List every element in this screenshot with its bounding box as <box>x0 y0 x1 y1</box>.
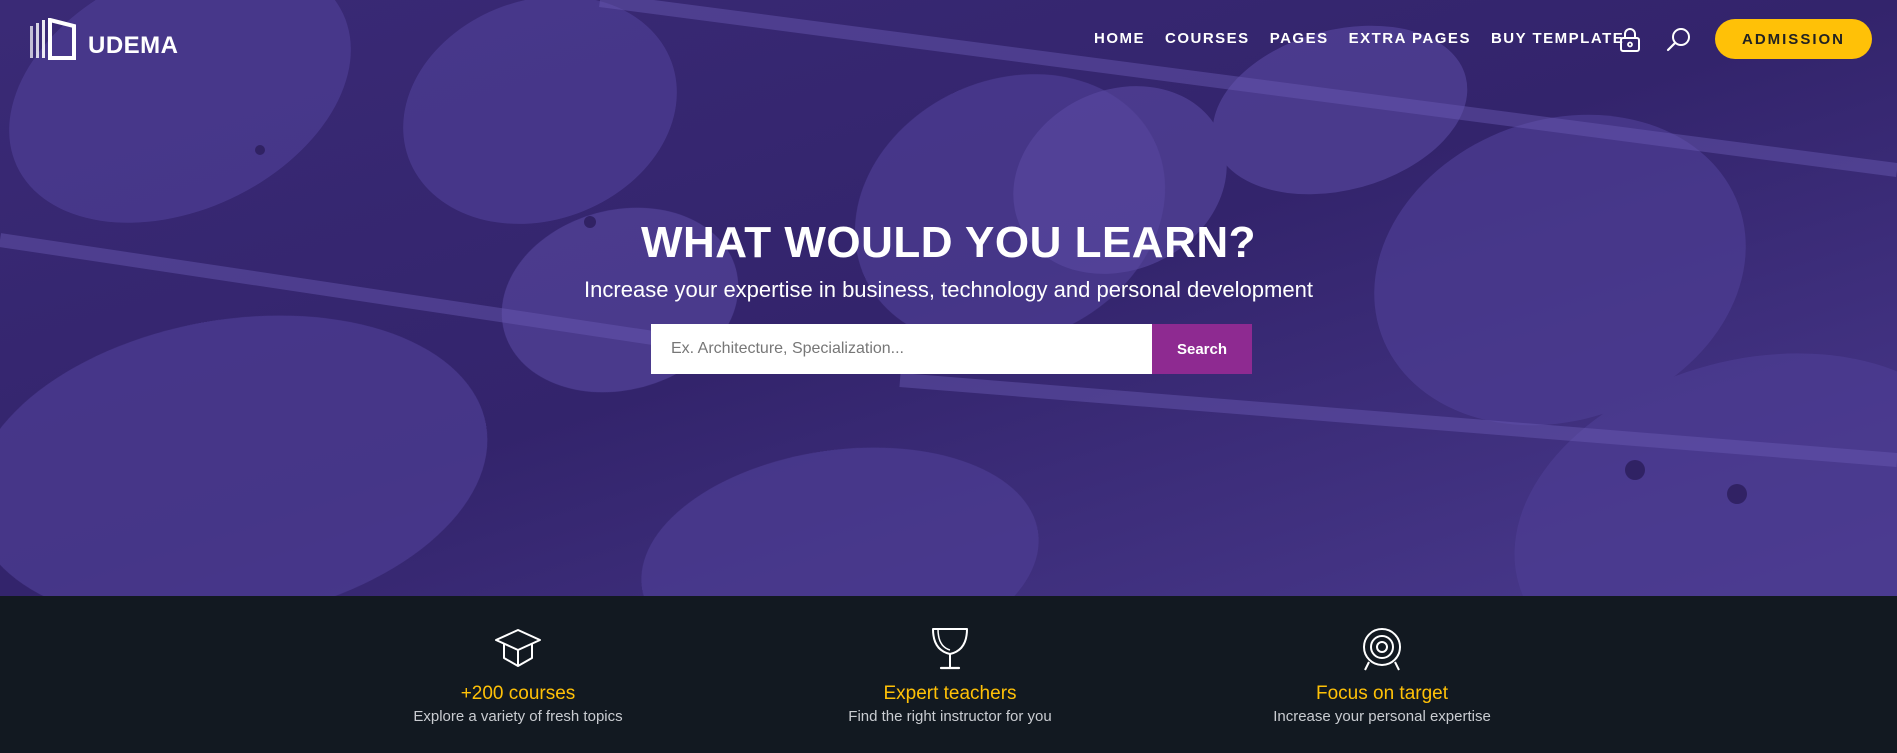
nav-home[interactable]: HOME <box>1094 30 1145 47</box>
features-bar: +200 courses Explore a variety of fresh … <box>0 596 1897 753</box>
main-nav: HOME COURSES PAGES EXTRA PAGES BUY TEMPL… <box>1094 30 1644 47</box>
feature-description: Explore a variety of fresh topics <box>413 708 623 725</box>
target-icon <box>1363 628 1401 671</box>
hero-subtitle: Increase your expertise in business, tec… <box>584 277 1313 302</box>
search-button[interactable]: Search <box>1152 324 1252 374</box>
nav-extra-pages[interactable]: EXTRA PAGES <box>1349 30 1471 47</box>
feature-title: Expert teachers <box>883 683 1017 704</box>
site-header: UDEMA HOME COURSES PAGES EXTRA PAGES BUY… <box>0 0 1897 80</box>
graduation-cap-icon <box>495 629 541 667</box>
feature-description: Increase your personal expertise <box>1273 708 1491 725</box>
feature-title: +200 courses <box>460 683 576 704</box>
hero-title: WHAT WOULD YOU LEARN? <box>640 218 1257 267</box>
search-icon[interactable] <box>1664 25 1694 55</box>
admission-button[interactable]: ADMISSION <box>1715 19 1872 59</box>
nav-pages[interactable]: PAGES <box>1270 30 1329 47</box>
feature-title: Focus on target <box>1315 683 1449 704</box>
brand-logo[interactable]: UDEMA <box>28 18 179 60</box>
lock-icon[interactable] <box>1615 25 1645 55</box>
nav-buy-template[interactable]: BUY TEMPLATE <box>1491 30 1624 47</box>
course-search-form: Search <box>651 324 1252 374</box>
hero-section: UDEMA HOME COURSES PAGES EXTRA PAGES BUY… <box>0 0 1897 596</box>
brand-name: UDEMA <box>88 32 179 59</box>
search-input[interactable] <box>651 324 1152 374</box>
nav-courses[interactable]: COURSES <box>1165 30 1250 47</box>
feature-item-target: Focus on target Increase your personal e… <box>1202 596 1562 753</box>
feature-item-courses: +200 courses Explore a variety of fresh … <box>338 596 698 753</box>
trophy-icon <box>932 628 968 670</box>
feature-item-teachers: Expert teachers Find the right instructo… <box>770 596 1130 753</box>
logo-icon <box>30 18 76 60</box>
feature-description: Find the right instructor for you <box>848 708 1052 725</box>
